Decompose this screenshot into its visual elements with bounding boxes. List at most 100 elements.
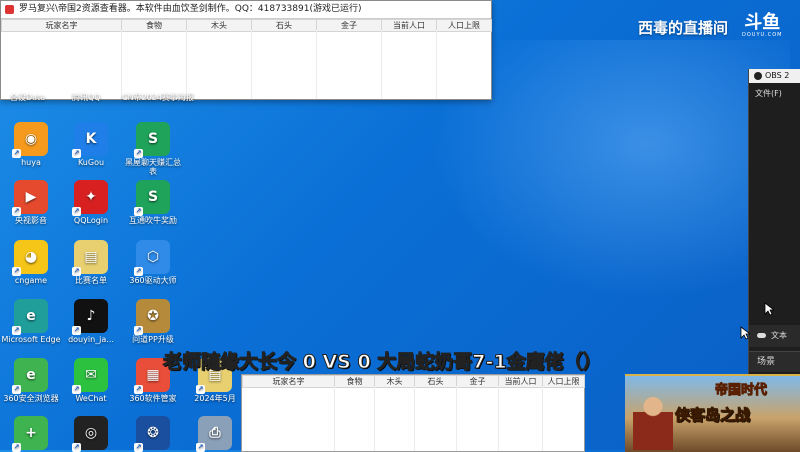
douyu-logo-url: DOUYU.COM <box>742 32 783 38</box>
desktop-icon-label: QQLogin <box>73 216 109 225</box>
resource-viewer-window[interactable]: 罗马复兴\帝国2资源查看器。本软件由血饮圣剑制作。QQ：418733891(游戏… <box>0 0 492 100</box>
douyin-icon: ♪ ↗ <box>72 299 108 335</box>
desktop-icon[interactable]: S ↗ 互通吹牛奖励 <box>123 180 183 225</box>
shortcut-arrow-icon: ↗ <box>196 443 205 452</box>
spreadsheet-icon: S ↗ <box>134 180 170 216</box>
game-character-image <box>633 392 673 450</box>
shortcut-arrow-icon: ↗ <box>134 443 143 452</box>
desktop-icon-label-partial: CN帝2024赛事海报 <box>122 93 194 102</box>
obs-title: OBS 2 <box>765 71 790 80</box>
film-reel-icon: ❂ ↗ <box>134 416 170 452</box>
qq-login-icon: ✦ ↗ <box>72 180 108 216</box>
desktop-icon-label: huya <box>21 158 41 167</box>
stream-watermark: 西毒的直播间 <box>638 19 729 37</box>
obs-icon <box>754 72 762 80</box>
desktop-icon[interactable]: ⎙ ↗ <box>185 416 245 452</box>
desktop-icon-label: 360安全浏览器 <box>3 394 59 403</box>
desktop-icon-label-partial: 合设Data <box>10 93 46 102</box>
desktop-icon[interactable]: ✪ ↗ 问道PP升级 <box>123 299 183 344</box>
desktop-icon-label: 问道PP升级 <box>132 335 174 344</box>
window-title: 罗马复兴\帝国2资源查看器。本软件由血饮圣剑制作。QQ：418733891(游戏… <box>19 4 362 14</box>
obs-titlebar[interactable]: OBS 2 <box>749 69 800 83</box>
resource-viewer-window-2[interactable]: 玩家名字 食物 木头 石头 金子 当前人口 人口上限 <box>241 374 585 452</box>
game-ad-banner[interactable]: 帝国时代 侠客岛之战 <box>625 374 800 452</box>
wechat-icon: ✉ ↗ <box>72 358 108 394</box>
shortcut-arrow-icon: ↗ <box>12 443 21 452</box>
shortcut-arrow-icon: ↗ <box>196 385 205 394</box>
app-icon <box>5 5 14 14</box>
document-icon: ▤ ↗ <box>72 240 108 276</box>
shortcut-arrow-icon: ↗ <box>12 385 21 394</box>
desktop-icon[interactable]: ✦ ↗ QQLogin <box>61 180 121 225</box>
desktop-icon[interactable]: ⬡ ↗ 360驱动大师 <box>123 240 183 285</box>
douyu-logo-mark: 斗鱼 <box>744 12 781 33</box>
table-body <box>1 30 491 99</box>
desktop-icon[interactable]: ✉ ↗ WeChat <box>61 358 121 403</box>
huya-icon: ◉ ↗ <box>12 122 48 158</box>
shortcut-arrow-icon: ↗ <box>72 385 81 394</box>
mouse-cursor-icon <box>740 326 750 340</box>
desktop-icon-label: 黑屋聊天赚汇总表 <box>125 158 181 176</box>
menu-file[interactable]: 文件(F) <box>749 83 800 99</box>
plus-icon: + ↗ <box>12 416 48 452</box>
desktop-icon-label: 2024年5月 <box>194 394 236 403</box>
desktop-icon[interactable]: K ↗ KuGou <box>61 122 121 167</box>
shortcut-arrow-icon: ↗ <box>134 267 143 276</box>
obs-icon: ◎ ↗ <box>72 416 108 452</box>
desktop-icon[interactable]: ◕ ↗ cngame <box>1 240 61 285</box>
cngame-icon: ◕ ↗ <box>12 240 48 276</box>
desktop-icon[interactable]: e ↗ Microsoft Edge <box>1 299 61 344</box>
shortcut-arrow-icon: ↗ <box>12 207 21 216</box>
mouse-cursor-icon <box>764 302 774 316</box>
desktop-icon-label: 360驱动大师 <box>129 276 177 285</box>
shortcut-arrow-icon: ↗ <box>72 207 81 216</box>
shortcut-arrow-icon: ↗ <box>134 207 143 216</box>
edge-icon: e ↗ <box>12 299 48 335</box>
desktop-icon[interactable]: ❂ ↗ <box>123 416 183 452</box>
obs-dock-label: 文本 <box>771 331 787 340</box>
desktop-icon-label: cngame <box>14 276 48 285</box>
shortcut-arrow-icon: ↗ <box>72 149 81 158</box>
shortcut-arrow-icon: ↗ <box>134 326 143 335</box>
desktop-icon[interactable]: ♪ ↗ douyin_ja... <box>61 299 121 344</box>
shortcut-arrow-icon: ↗ <box>72 443 81 452</box>
stream-caption: 老师随缘大长今 0 VS 0 大局蛇奶哥7-1金鹰佬（） <box>163 351 603 374</box>
cctv-player-icon: ▶ ↗ <box>12 180 48 216</box>
shortcut-arrow-icon: ↗ <box>134 385 143 394</box>
driver-master-icon: ⬡ ↗ <box>134 240 170 276</box>
shortcut-arrow-icon: ↗ <box>72 267 81 276</box>
desktop-icon-label: 央视影音 <box>15 216 47 225</box>
shortcut-arrow-icon: ↗ <box>12 149 21 158</box>
desktop-icon-label: WeChat <box>75 394 107 403</box>
game-logo: 帝国时代 <box>714 383 768 399</box>
game-ad-subtitle: 侠客岛之战 <box>674 406 751 425</box>
douyu-logo: 斗鱼 DOUYU.COM <box>742 12 783 39</box>
spreadsheet-icon: S ↗ <box>134 122 170 158</box>
cloud-icon <box>757 333 766 338</box>
desktop-icon[interactable]: e ↗ 360安全浏览器 <box>1 358 61 403</box>
table-body <box>242 386 584 451</box>
obs-scenes-header[interactable]: 场景 <box>749 351 800 372</box>
desktop-icon-label: Microsoft Edge <box>1 335 61 344</box>
shortcut-arrow-icon: ↗ <box>12 326 21 335</box>
game-icon: ✪ ↗ <box>134 299 170 335</box>
desktop-icon[interactable]: ▤ ↗ 比赛名单 <box>61 240 121 285</box>
desktop-icon[interactable]: ◎ ↗ <box>61 416 121 452</box>
desktop-icon-label: douyin_ja... <box>68 335 114 344</box>
desktop-icon-label-partial: 腾讯QQ <box>72 93 101 102</box>
shortcut-arrow-icon: ↗ <box>134 149 143 158</box>
desktop-icon[interactable]: + ↗ <box>1 416 61 452</box>
shortcut-arrow-icon: ↗ <box>12 267 21 276</box>
window-titlebar[interactable]: 罗马复兴\帝国2资源查看器。本软件由血饮圣剑制作。QQ：418733891(游戏… <box>1 1 491 19</box>
desktop-icon[interactable]: ◉ ↗ huya <box>1 122 61 167</box>
desktop-icon-label: KuGou <box>77 158 105 167</box>
printer-icon: ⎙ ↗ <box>196 416 232 452</box>
desktop-icon[interactable]: S ↗ 黑屋聊天赚汇总表 <box>123 122 183 176</box>
desktop-icon-label: 360软件管家 <box>129 394 177 403</box>
obs-text-source[interactable]: 文本 <box>749 325 800 347</box>
desktop-icon[interactable]: ▶ ↗ 央视影音 <box>1 180 61 225</box>
browser-360-icon: e ↗ <box>12 358 48 394</box>
desktop-icon-label: 比赛名单 <box>75 276 107 285</box>
shortcut-arrow-icon: ↗ <box>72 326 81 335</box>
desktop-icon-label: 互通吹牛奖励 <box>129 216 177 225</box>
